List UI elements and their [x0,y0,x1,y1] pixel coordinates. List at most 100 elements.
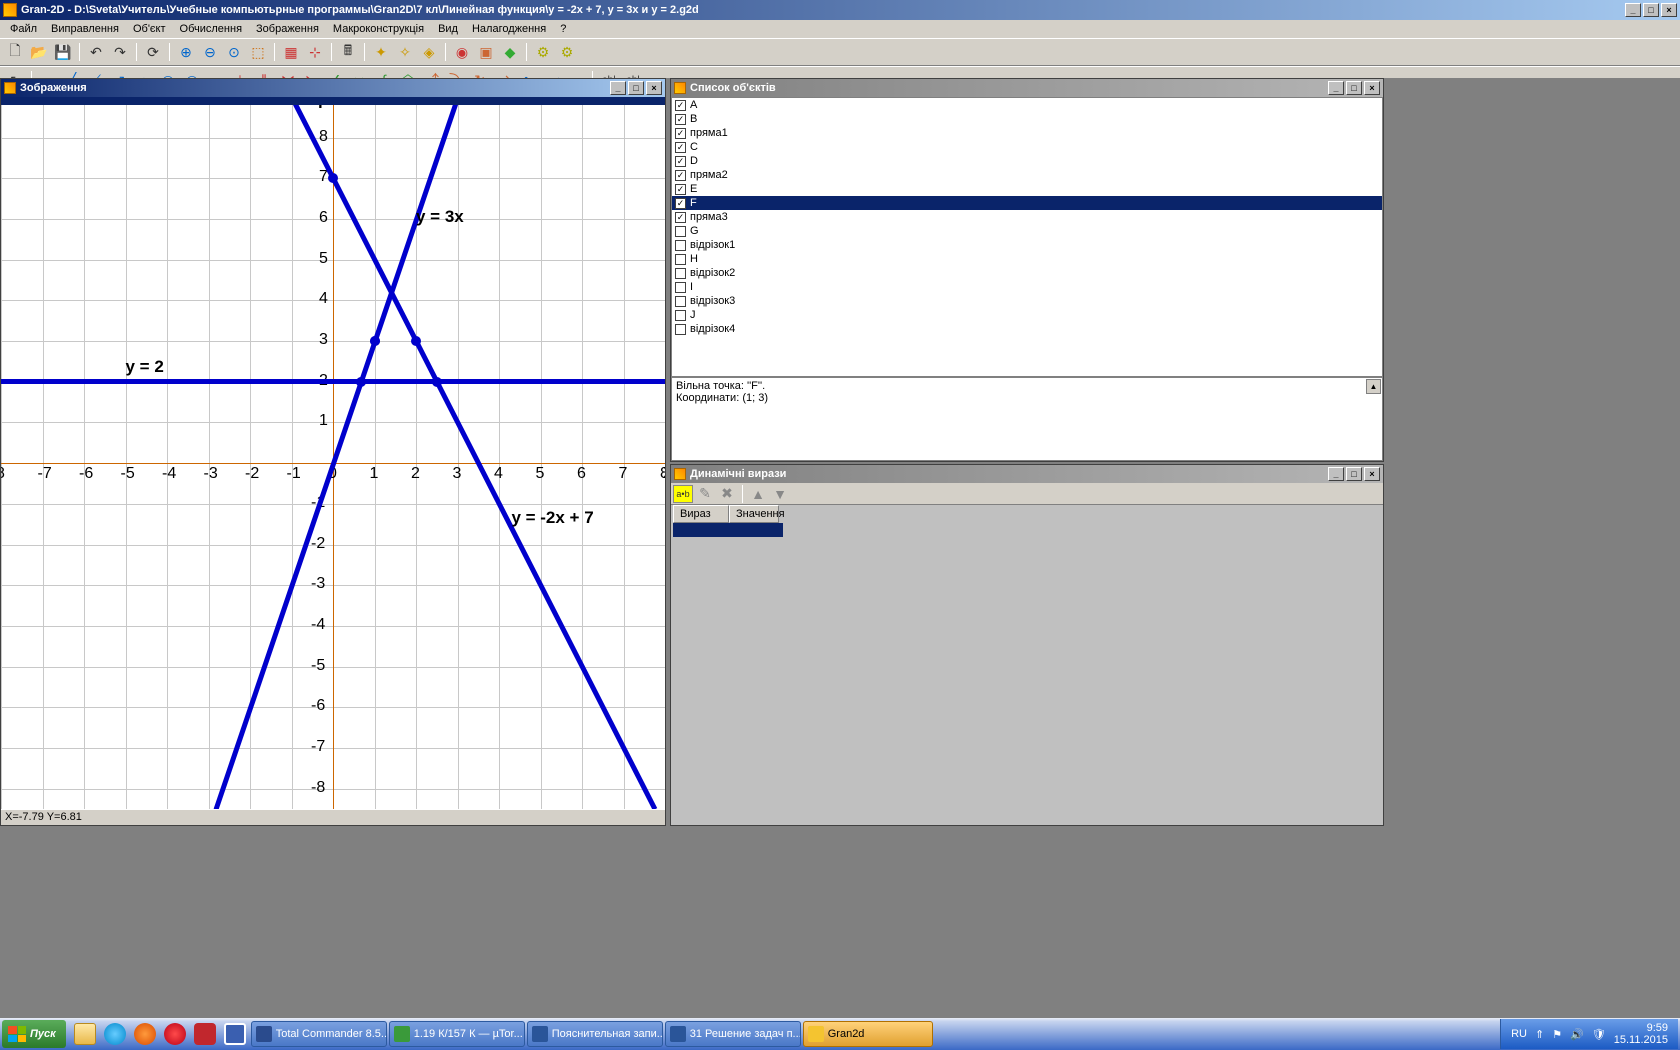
save-icon[interactable]: 💾 [52,41,74,63]
object-checkbox[interactable]: ✓ [675,156,686,167]
label-y3x[interactable]: y = 3x [416,207,464,227]
dynexpr-col-expr[interactable]: Вираз [673,505,729,523]
dynexpr-close-button[interactable]: × [1364,467,1380,481]
object-checkbox[interactable]: ✓ [675,184,686,195]
dynexpr-cell-selected[interactable] [673,523,731,537]
object-item-B[interactable]: ✓B [672,112,1382,126]
open-icon[interactable]: 📂 [28,41,50,63]
dynexpr-cell-selected-2[interactable] [731,523,783,537]
graph-minimize-button[interactable]: _ [610,81,626,95]
object-checkbox[interactable]: ✓ [675,212,686,223]
taskbar-item[interactable]: Пояснительная запи... [527,1021,663,1047]
maximize-button[interactable]: □ [1643,3,1659,17]
object-item-A[interactable]: ✓A [672,98,1382,112]
object-item-G[interactable]: G [672,224,1382,238]
grid-icon[interactable]: ▦ [280,41,302,63]
tool-d-icon[interactable]: ◉ [451,41,473,63]
tool-c-icon[interactable]: ◈ [418,41,440,63]
ql-opera-icon[interactable] [160,1020,190,1048]
new-icon[interactable]: 🗋 [4,41,26,63]
ql-explorer-icon[interactable] [70,1020,100,1048]
plot-point[interactable] [356,377,366,387]
plot-point[interactable] [328,173,338,183]
object-item-D[interactable]: ✓D [672,154,1382,168]
object-item-C[interactable]: ✓C [672,140,1382,154]
dynexpr-window-titlebar[interactable]: Динамічні вирази _ □ × [671,465,1383,483]
calc-icon[interactable]: 🖩 [337,41,359,63]
taskbar-item[interactable]: 1.19 К/157 К — µTor... [389,1021,525,1047]
tray-clock[interactable]: 9:59 15.11.2015 [1614,1022,1668,1046]
redo-icon[interactable]: ↷ [109,41,131,63]
menu-debug[interactable]: Налагодження [466,21,552,37]
gear-icon[interactable]: ⚙ [532,41,554,63]
tool-a-icon[interactable]: ✦ [370,41,392,63]
start-button[interactable]: Пуск [2,1020,66,1048]
graph-canvas[interactable]: 8-7-6-5-4-3-2-101234567812345678-1-2-3-4… [1,97,665,825]
tool-f-icon[interactable]: ◆ [499,41,521,63]
ql-app-icon[interactable] [190,1020,220,1048]
refresh-icon[interactable]: ⟳ [142,41,164,63]
zoom-in-icon[interactable]: ⊕ [175,41,197,63]
graph-close-button[interactable]: × [646,81,662,95]
object-checkbox[interactable] [675,254,686,265]
minimize-button[interactable]: _ [1625,3,1641,17]
gear2-icon[interactable]: ⚙ [556,41,578,63]
menu-view[interactable]: Вид [432,21,464,37]
object-item-J[interactable]: J [672,308,1382,322]
tool-b-icon[interactable]: ✧ [394,41,416,63]
object-item-пряма1[interactable]: ✓пряма1 [672,126,1382,140]
plot-line[interactable] [1,379,665,384]
object-item-H[interactable]: H [672,252,1382,266]
plot-point[interactable] [370,336,380,346]
object-item-відрізок4[interactable]: відрізок4 [672,322,1382,336]
dyn-del-icon[interactable]: ✖ [717,485,737,503]
ql-ie-icon[interactable] [100,1020,130,1048]
dyn-up-icon[interactable]: ▲ [748,485,768,503]
dyn-edit-icon[interactable]: ✎ [695,485,715,503]
object-checkbox[interactable]: ✓ [675,100,686,111]
axes-icon[interactable]: ⊹ [304,41,326,63]
tray-flag-icon[interactable]: ⚑ [1552,1028,1562,1041]
tray-shield-icon[interactable]: 🛡 [1592,1028,1606,1041]
menu-help[interactable]: ? [554,21,572,37]
object-item-I[interactable]: I [672,280,1382,294]
ql-firefox-icon[interactable] [130,1020,160,1048]
object-checkbox[interactable] [675,282,686,293]
object-checkbox[interactable] [675,296,686,307]
menu-macro[interactable]: Макроконструкція [327,21,430,37]
object-checkbox[interactable] [675,324,686,335]
objects-list[interactable]: ✓A✓B✓пряма1✓C✓D✓пряма2✓E✓F✓пряма3Gвідріз… [671,97,1383,377]
dynexpr-col-value[interactable]: Значення [729,505,779,523]
dynexpr-minimize-button[interactable]: _ [1328,467,1344,481]
taskbar-item[interactable]: Gran2d [803,1021,933,1047]
object-checkbox[interactable] [675,310,686,321]
object-checkbox[interactable]: ✓ [675,198,686,209]
plot-line[interactable] [289,97,657,810]
label-y-2x7[interactable]: y = -2x + 7 [511,508,593,528]
taskbar-item[interactable]: Total Commander 8.5... [251,1021,387,1047]
info-scroll-up-icon[interactable]: ▲ [1366,379,1381,394]
object-item-відрізок1[interactable]: відрізок1 [672,238,1382,252]
menu-file[interactable]: Файл [4,21,43,37]
plot-point[interactable] [411,336,421,346]
ql-save-icon[interactable] [220,1020,250,1048]
zoom-rect-icon[interactable]: ⬚ [247,41,269,63]
object-item-пряма3[interactable]: ✓пряма3 [672,210,1382,224]
menu-edit[interactable]: Виправлення [45,21,125,37]
object-item-E[interactable]: ✓E [672,182,1382,196]
taskbar-item[interactable]: 31 Решение задач п... [665,1021,801,1047]
dyn-add-icon[interactable]: a•b [673,485,693,503]
object-checkbox[interactable] [675,240,686,251]
system-tray[interactable]: RU ⇑ ⚑ 🔊 🛡 9:59 15.11.2015 [1500,1019,1678,1049]
graph-maximize-button[interactable]: □ [628,81,644,95]
undo-icon[interactable]: ↶ [85,41,107,63]
menu-calc[interactable]: Обчислення [174,21,249,37]
close-button[interactable]: × [1661,3,1677,17]
plot-point[interactable] [432,377,442,387]
objects-maximize-button[interactable]: □ [1346,81,1362,95]
objects-close-button[interactable]: × [1364,81,1380,95]
dynexpr-maximize-button[interactable]: □ [1346,467,1362,481]
tray-updates-icon[interactable]: ⇑ [1535,1028,1544,1041]
tray-sound-icon[interactable]: 🔊 [1570,1028,1584,1041]
zoom-out-icon[interactable]: ⊖ [199,41,221,63]
